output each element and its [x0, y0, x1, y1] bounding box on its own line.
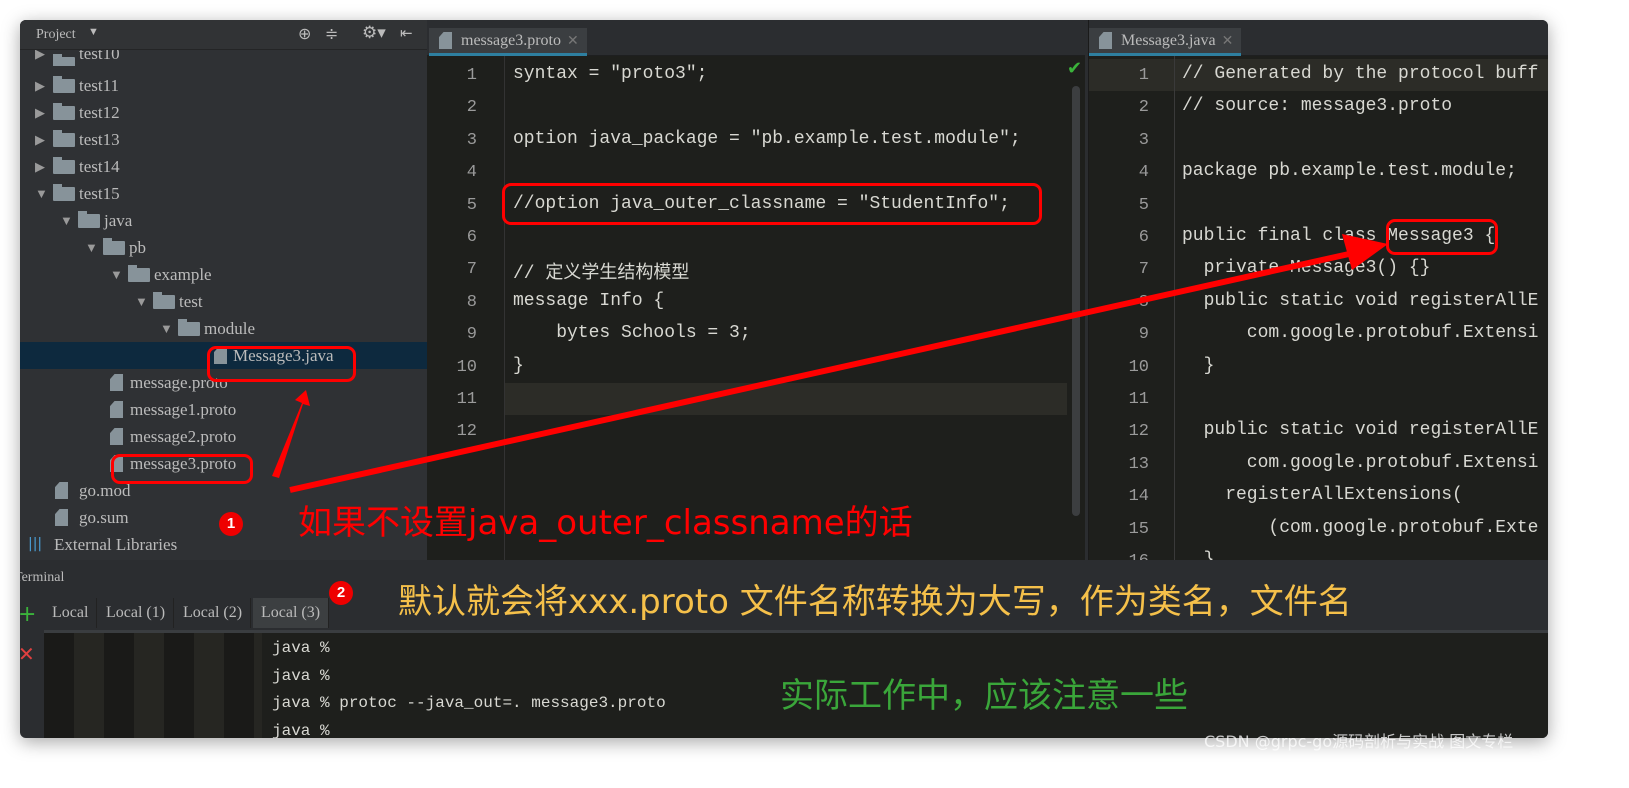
highlight-message3-java: [207, 346, 356, 382]
arrow-head-class-name: [1342, 234, 1388, 270]
highlight-outer-classname: [502, 183, 1042, 225]
highlight-message3-proto: [111, 454, 253, 484]
highlight-class-name: [1386, 219, 1498, 255]
caption-2: 默认就会将xxx.proto 文件名称转换为大写，作为类名，文件名: [398, 582, 1352, 622]
arrow-to-message3-java: [272, 390, 310, 478]
watermark: CSDN @grpc-go源码剖析与实战 图文专栏: [1204, 732, 1514, 751]
arrow-to-class-name: [289, 249, 1359, 493]
badge-1: 1: [219, 512, 243, 536]
caption-3: 实际工作中，应该注意一些: [780, 676, 1188, 716]
badge-2: 2: [329, 581, 353, 605]
caption-1: 如果不设置java_outer_classname的话: [298, 503, 913, 543]
